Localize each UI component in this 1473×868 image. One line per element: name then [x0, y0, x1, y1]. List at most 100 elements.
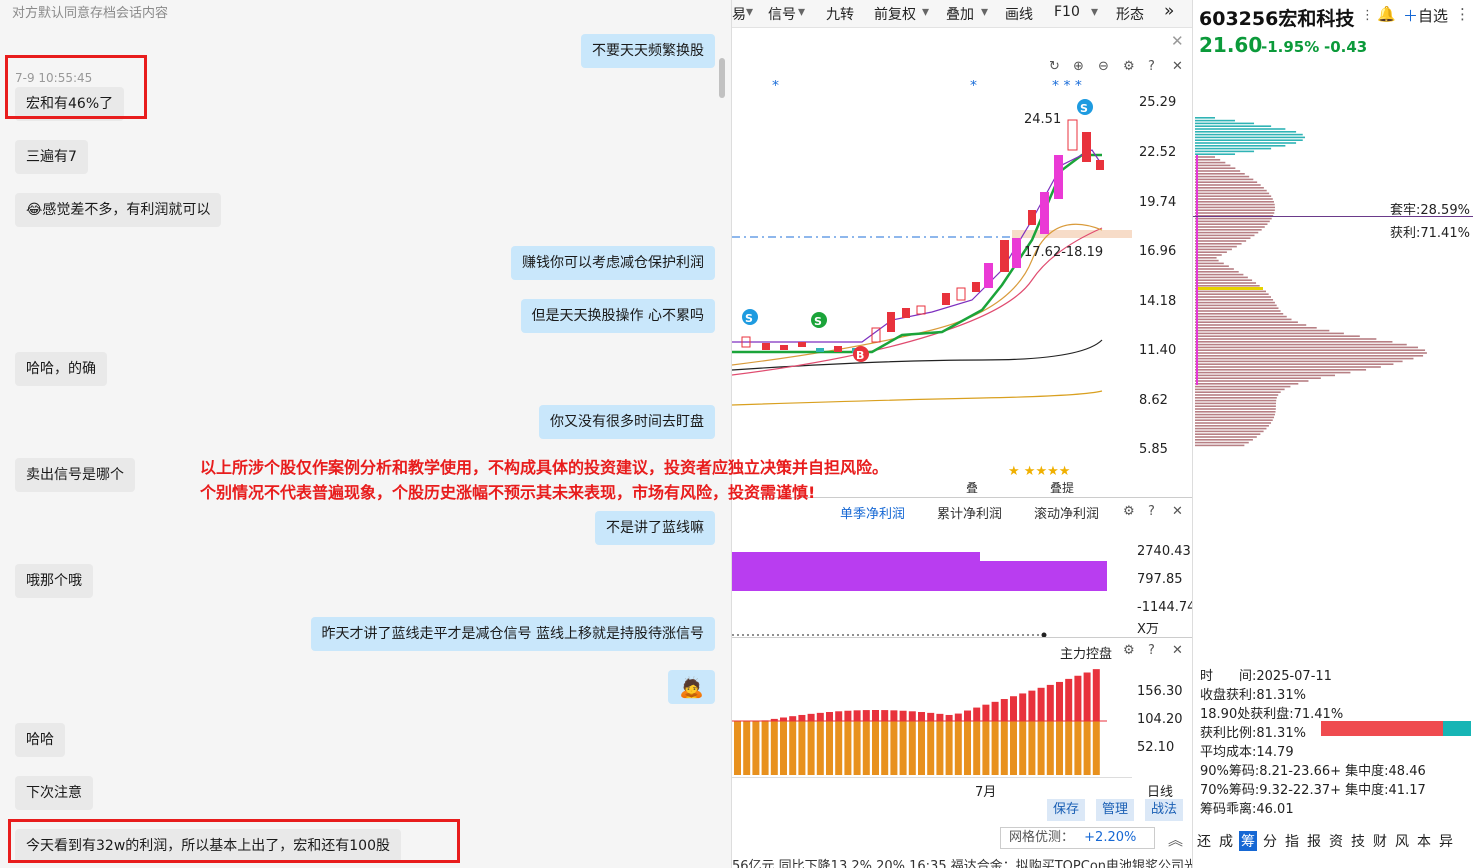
grid-optimize-box[interactable]: 网格优测： +2.20% — [1000, 827, 1155, 849]
news-ticker[interactable]: 56亿元 同比下降13.2% 20% 16:35 福达合金：拟购买TOPCon电… — [732, 855, 1192, 868]
collapse-icon[interactable]: ︽ — [1168, 829, 1183, 850]
message-bubble[interactable]: 三遍有7 — [15, 140, 88, 174]
message-bubble[interactable]: 哦那个哦 — [15, 564, 93, 598]
tab-technical[interactable]: 技 — [1351, 831, 1365, 851]
tab-cumulative-profit[interactable]: 累计净利润 — [937, 503, 1002, 522]
control-bar — [761, 721, 769, 775]
close-icon[interactable]: ✕ — [1172, 643, 1183, 658]
gear-icon[interactable]: ⚙ — [1123, 59, 1135, 74]
chat-scrollbar[interactable] — [719, 58, 725, 98]
tab-return[interactable]: 还 — [1197, 831, 1211, 851]
zoom-out-icon[interactable]: ⊖ — [1098, 59, 1109, 74]
chip-bar — [1195, 439, 1253, 441]
bell-icon[interactable]: 🔔 — [1377, 5, 1396, 23]
tab-minute[interactable]: 分 — [1263, 831, 1277, 851]
message-bubble[interactable]: 不要天天频繁换股 — [581, 34, 715, 68]
control-bar-top — [807, 713, 815, 721]
toolbar-item-nine-turn[interactable]: 九转 — [826, 4, 854, 24]
toolbar-item-signal[interactable]: 信号 — [768, 4, 796, 24]
save-button[interactable]: 保存 — [1047, 799, 1086, 821]
candle — [1028, 210, 1036, 225]
chip-stat: 收盘获利:81.31% — [1200, 688, 1306, 703]
chip-bar — [1195, 433, 1261, 435]
message-bubble[interactable]: 下次注意 — [15, 776, 93, 810]
chip-bar — [1195, 385, 1291, 388]
tab-index[interactable]: 指 — [1285, 831, 1299, 851]
tab-unusual[interactable]: 异 — [1439, 831, 1453, 851]
grid-optimize-label: 网格优测： — [1009, 830, 1075, 845]
chip-bar — [1195, 245, 1237, 248]
emoji-sticker[interactable]: 🙇 — [668, 670, 715, 704]
dropdown-icon[interactable]: ▾ — [1091, 4, 1098, 20]
zoom-in-icon[interactable]: ⊕ — [1073, 59, 1084, 74]
dropdown-icon[interactable]: ▾ — [798, 4, 805, 20]
control-bar-top — [872, 710, 879, 721]
tab-quarterly-profit[interactable]: 单季净利润 — [840, 503, 905, 522]
toolbar-item-partial[interactable]: 易 — [732, 4, 746, 24]
help-icon[interactable]: ? — [1148, 59, 1155, 74]
dropdown-icon[interactable]: ▾ — [746, 4, 753, 20]
toolbar-item-adjust[interactable]: 前复权 — [874, 4, 916, 24]
month-label: 7月 — [975, 785, 997, 800]
refresh-icon[interactable]: ↻ — [1049, 59, 1060, 74]
chip-bar — [1195, 329, 1330, 332]
disclaimer-line: 个别情况不代表普遍现象，个股历史涨幅不预示其未来表现，市场有风险，投资需谨慎! — [200, 483, 816, 502]
message-bubble[interactable]: 卖出信号是哪个 — [15, 458, 135, 492]
close-icon[interactable]: ✕ — [1172, 59, 1183, 74]
add-watchlist-button[interactable]: ＋自选 — [1403, 5, 1448, 26]
control-bar — [770, 721, 778, 775]
gear-icon[interactable]: ⚙ — [1123, 504, 1135, 519]
message-bubble[interactable]: 但是天天换股操作 心不累吗 — [520, 299, 715, 333]
manage-button[interactable]: 管理 — [1096, 799, 1135, 821]
message-bubble[interactable]: 哈哈，的确 — [15, 352, 107, 386]
tab-chips[interactable]: 筹 — [1239, 831, 1257, 851]
message-bubble[interactable]: 😂感觉差不多，有利润就可以 — [15, 193, 222, 227]
tab-funds[interactable]: 资 — [1329, 831, 1343, 851]
toolbar-item-draw[interactable]: 画线 — [1005, 4, 1033, 24]
dropdown-icon[interactable]: ▾ — [922, 4, 929, 20]
highlight-box — [5, 55, 147, 119]
profit-bar-chart — [732, 552, 1107, 638]
dropdown-icon[interactable]: ▾ — [981, 4, 988, 20]
ma-line-orange — [732, 390, 1103, 406]
chip-bar — [1195, 377, 1321, 379]
toolbar-item-overlay[interactable]: 叠加 — [946, 4, 974, 24]
chip-bar — [1195, 290, 1266, 293]
help-icon[interactable]: ? — [1148, 643, 1155, 658]
chip-bar — [1195, 251, 1227, 253]
control-bar-top — [826, 712, 833, 721]
change-amount: -0.43 — [1324, 38, 1368, 56]
chat-archive-notice: 对方默认同意存档会话内容 — [12, 6, 169, 21]
control-bar-top — [890, 710, 898, 721]
message-bubble[interactable]: 哈哈 — [15, 723, 65, 757]
chip-bar — [1195, 349, 1426, 351]
message-bubble[interactable]: 赚钱你可以考虑减仓保护利润 — [511, 246, 715, 280]
message-bubble[interactable]: 不是讲了蓝线嘛 — [595, 511, 715, 545]
close-icon[interactable]: ✕ — [1172, 504, 1183, 519]
tab-risk[interactable]: 风 — [1395, 831, 1409, 851]
toolbar-item-pattern[interactable]: 形态 — [1116, 4, 1144, 24]
control-bar — [816, 721, 824, 775]
chip-bar — [1195, 441, 1249, 444]
tab-rolling-profit[interactable]: 滚动净利润 — [1034, 503, 1099, 522]
help-icon[interactable]: ? — [1148, 504, 1155, 519]
tab-finance[interactable]: 财 — [1373, 831, 1387, 851]
tab-basic[interactable]: 本 — [1417, 831, 1431, 851]
chip-stat: 平均成本:14.79 — [1200, 745, 1294, 760]
close-icon[interactable]: ✕ — [1171, 32, 1184, 50]
tab-trades[interactable]: 成 — [1219, 831, 1233, 851]
strategy-button[interactable]: 战法 — [1145, 799, 1184, 821]
tab-report[interactable]: 报 — [1307, 831, 1321, 851]
more-icon[interactable]: ⋮ — [1455, 5, 1470, 23]
expand-icon[interactable]: » — [1164, 1, 1174, 21]
kline-chart[interactable]: * * * * * 24.51 17.62-18.19 S S S B ★ ★★… — [732, 80, 1132, 500]
menu-icon[interactable]: ⋮ — [1361, 8, 1374, 23]
period-label[interactable]: 日线 — [1147, 781, 1173, 800]
candle — [1000, 240, 1009, 272]
control-bar — [1056, 721, 1063, 775]
chip-bar — [1195, 371, 1351, 374]
chip-bar — [1195, 192, 1270, 195]
toolbar-item-f10[interactable]: F10 — [1054, 4, 1080, 20]
message-bubble[interactable]: 你又没有很多时间去盯盘 — [539, 405, 715, 439]
message-bubble[interactable]: 昨天才讲了蓝线走平才是减仓信号 蓝线上移就是持股待涨信号 — [310, 617, 715, 651]
